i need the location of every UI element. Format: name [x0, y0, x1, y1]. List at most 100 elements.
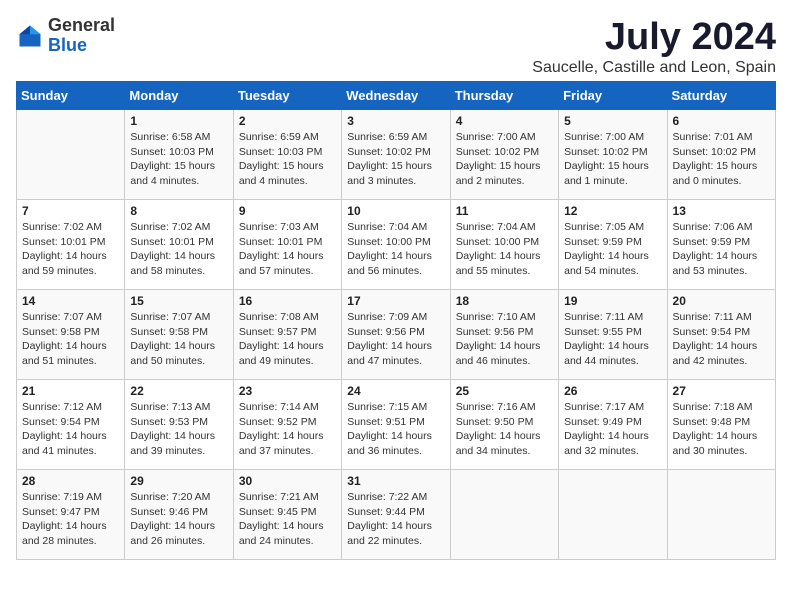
day-number: 14 — [22, 294, 119, 308]
day-number: 29 — [130, 474, 227, 488]
calendar-week-row: 1 Sunrise: 6:58 AM Sunset: 10:03 PM Dayli… — [17, 110, 776, 200]
day-info: Sunrise: 7:01 AM Sunset: 10:02 PM Daylig… — [673, 130, 770, 189]
calendar-cell: 27 Sunrise: 7:18 AM Sunset: 9:48 PM Dayli… — [667, 380, 775, 470]
day-number: 18 — [456, 294, 553, 308]
calendar-body: 1 Sunrise: 6:58 AM Sunset: 10:03 PM Dayli… — [17, 110, 776, 560]
calendar-cell: 10 Sunrise: 7:04 AM Sunset: 10:00 PM Dayl… — [342, 200, 450, 290]
calendar-cell: 14 Sunrise: 7:07 AM Sunset: 9:58 PM Dayli… — [17, 290, 125, 380]
logo: General Blue — [16, 16, 115, 56]
weekday-header-cell: Saturday — [667, 82, 775, 110]
day-info: Sunrise: 7:08 AM Sunset: 9:57 PM Dayligh… — [239, 310, 336, 369]
calendar-week-row: 28 Sunrise: 7:19 AM Sunset: 9:47 PM Dayli… — [17, 470, 776, 560]
day-info: Sunrise: 7:19 AM Sunset: 9:47 PM Dayligh… — [22, 490, 119, 549]
day-number: 16 — [239, 294, 336, 308]
day-info: Sunrise: 7:07 AM Sunset: 9:58 PM Dayligh… — [22, 310, 119, 369]
page-subtitle: Saucelle, Castille and Leon, Spain — [532, 59, 776, 77]
calendar-cell: 22 Sunrise: 7:13 AM Sunset: 9:53 PM Dayli… — [125, 380, 233, 470]
day-number: 27 — [673, 384, 770, 398]
weekday-header-row: SundayMondayTuesdayWednesdayThursdayFrid… — [17, 82, 776, 110]
day-info: Sunrise: 6:58 AM Sunset: 10:03 PM Daylig… — [130, 130, 227, 189]
day-info: Sunrise: 7:11 AM Sunset: 9:55 PM Dayligh… — [564, 310, 661, 369]
day-number: 30 — [239, 474, 336, 488]
calendar-cell: 3Sunrise: 6:59 AM Sunset: 10:02 PM Dayli… — [342, 110, 450, 200]
day-number: 2 — [239, 114, 336, 128]
day-number: 4 — [456, 114, 553, 128]
day-info: Sunrise: 7:20 AM Sunset: 9:46 PM Dayligh… — [130, 490, 227, 549]
calendar-cell: 19 Sunrise: 7:11 AM Sunset: 9:55 PM Dayli… — [559, 290, 667, 380]
calendar-cell: 30 Sunrise: 7:21 AM Sunset: 9:45 PM Dayli… — [233, 470, 341, 560]
day-info: Sunrise: 7:14 AM Sunset: 9:52 PM Dayligh… — [239, 400, 336, 459]
calendar-cell: 1 Sunrise: 6:58 AM Sunset: 10:03 PM Dayli… — [125, 110, 233, 200]
day-number: 17 — [347, 294, 444, 308]
calendar-cell: 28 Sunrise: 7:19 AM Sunset: 9:47 PM Dayli… — [17, 470, 125, 560]
calendar-cell: 23Sunrise: 7:14 AM Sunset: 9:52 PM Dayli… — [233, 380, 341, 470]
day-number: 25 — [456, 384, 553, 398]
weekday-header-cell: Friday — [559, 82, 667, 110]
day-info: Sunrise: 7:12 AM Sunset: 9:54 PM Dayligh… — [22, 400, 119, 459]
day-number: 24 — [347, 384, 444, 398]
calendar-cell: 24 Sunrise: 7:15 AM Sunset: 9:51 PM Dayli… — [342, 380, 450, 470]
day-number: 6 — [673, 114, 770, 128]
page-title: July 2024 — [532, 16, 776, 59]
day-info: Sunrise: 7:10 AM Sunset: 9:56 PM Dayligh… — [456, 310, 553, 369]
calendar-week-row: 21 Sunrise: 7:12 AM Sunset: 9:54 PM Dayli… — [17, 380, 776, 470]
day-info: Sunrise: 7:06 AM Sunset: 9:59 PM Dayligh… — [673, 220, 770, 279]
calendar-cell: 31Sunrise: 7:22 AM Sunset: 9:44 PM Dayli… — [342, 470, 450, 560]
calendar-cell: 4Sunrise: 7:00 AM Sunset: 10:02 PM Dayli… — [450, 110, 558, 200]
day-info: Sunrise: 7:04 AM Sunset: 10:00 PM Daylig… — [347, 220, 444, 279]
calendar-table: SundayMondayTuesdayWednesdayThursdayFrid… — [16, 81, 776, 560]
day-info: Sunrise: 7:18 AM Sunset: 9:48 PM Dayligh… — [673, 400, 770, 459]
weekday-header-cell: Thursday — [450, 82, 558, 110]
day-info: Sunrise: 7:03 AM Sunset: 10:01 PM Daylig… — [239, 220, 336, 279]
day-info: Sunrise: 7:07 AM Sunset: 9:58 PM Dayligh… — [130, 310, 227, 369]
calendar-cell: 18 Sunrise: 7:10 AM Sunset: 9:56 PM Dayli… — [450, 290, 558, 380]
calendar-cell: 15 Sunrise: 7:07 AM Sunset: 9:58 PM Dayli… — [125, 290, 233, 380]
calendar-cell — [559, 470, 667, 560]
day-number: 1 — [130, 114, 227, 128]
day-info: Sunrise: 7:09 AM Sunset: 9:56 PM Dayligh… — [347, 310, 444, 369]
day-info: Sunrise: 6:59 AM Sunset: 10:03 PM Daylig… — [239, 130, 336, 189]
day-info: Sunrise: 7:21 AM Sunset: 9:45 PM Dayligh… — [239, 490, 336, 549]
day-number: 20 — [673, 294, 770, 308]
day-number: 10 — [347, 204, 444, 218]
calendar-cell: 26 Sunrise: 7:17 AM Sunset: 9:49 PM Dayli… — [559, 380, 667, 470]
logo-icon — [16, 22, 44, 50]
calendar-cell: 21 Sunrise: 7:12 AM Sunset: 9:54 PM Dayli… — [17, 380, 125, 470]
day-info: Sunrise: 7:11 AM Sunset: 9:54 PM Dayligh… — [673, 310, 770, 369]
calendar-cell: 20 Sunrise: 7:11 AM Sunset: 9:54 PM Dayli… — [667, 290, 775, 380]
day-info: Sunrise: 7:02 AM Sunset: 10:01 PM Daylig… — [22, 220, 119, 279]
day-number: 31 — [347, 474, 444, 488]
weekday-header-cell: Tuesday — [233, 82, 341, 110]
day-number: 26 — [564, 384, 661, 398]
calendar-week-row: 14 Sunrise: 7:07 AM Sunset: 9:58 PM Dayli… — [17, 290, 776, 380]
day-info: Sunrise: 7:00 AM Sunset: 10:02 PM Daylig… — [564, 130, 661, 189]
day-number: 21 — [22, 384, 119, 398]
day-number: 8 — [130, 204, 227, 218]
day-number: 19 — [564, 294, 661, 308]
calendar-cell: 7 Sunrise: 7:02 AM Sunset: 10:01 PM Dayli… — [17, 200, 125, 290]
title-block: July 2024 Saucelle, Castille and Leon, S… — [532, 16, 776, 77]
calendar-cell: 17 Sunrise: 7:09 AM Sunset: 9:56 PM Dayli… — [342, 290, 450, 380]
day-number: 9 — [239, 204, 336, 218]
day-number: 28 — [22, 474, 119, 488]
logo-blue-text: Blue — [48, 35, 87, 55]
calendar-cell: 25Sunrise: 7:16 AM Sunset: 9:50 PM Dayli… — [450, 380, 558, 470]
weekday-header-cell: Wednesday — [342, 82, 450, 110]
day-number: 7 — [22, 204, 119, 218]
calendar-cell — [450, 470, 558, 560]
day-info: Sunrise: 7:17 AM Sunset: 9:49 PM Dayligh… — [564, 400, 661, 459]
calendar-cell: 2 Sunrise: 6:59 AM Sunset: 10:03 PM Dayli… — [233, 110, 341, 200]
day-number: 5 — [564, 114, 661, 128]
day-number: 3 — [347, 114, 444, 128]
day-number: 15 — [130, 294, 227, 308]
calendar-cell: 13Sunrise: 7:06 AM Sunset: 9:59 PM Dayli… — [667, 200, 775, 290]
day-number: 22 — [130, 384, 227, 398]
weekday-header-cell: Monday — [125, 82, 233, 110]
calendar-cell — [667, 470, 775, 560]
page-header: General Blue July 2024 Saucelle, Castill… — [16, 16, 776, 77]
day-info: Sunrise: 7:15 AM Sunset: 9:51 PM Dayligh… — [347, 400, 444, 459]
day-info: Sunrise: 7:13 AM Sunset: 9:53 PM Dayligh… — [130, 400, 227, 459]
day-info: Sunrise: 7:04 AM Sunset: 10:00 PM Daylig… — [456, 220, 553, 279]
day-number: 11 — [456, 204, 553, 218]
weekday-header-cell: Sunday — [17, 82, 125, 110]
